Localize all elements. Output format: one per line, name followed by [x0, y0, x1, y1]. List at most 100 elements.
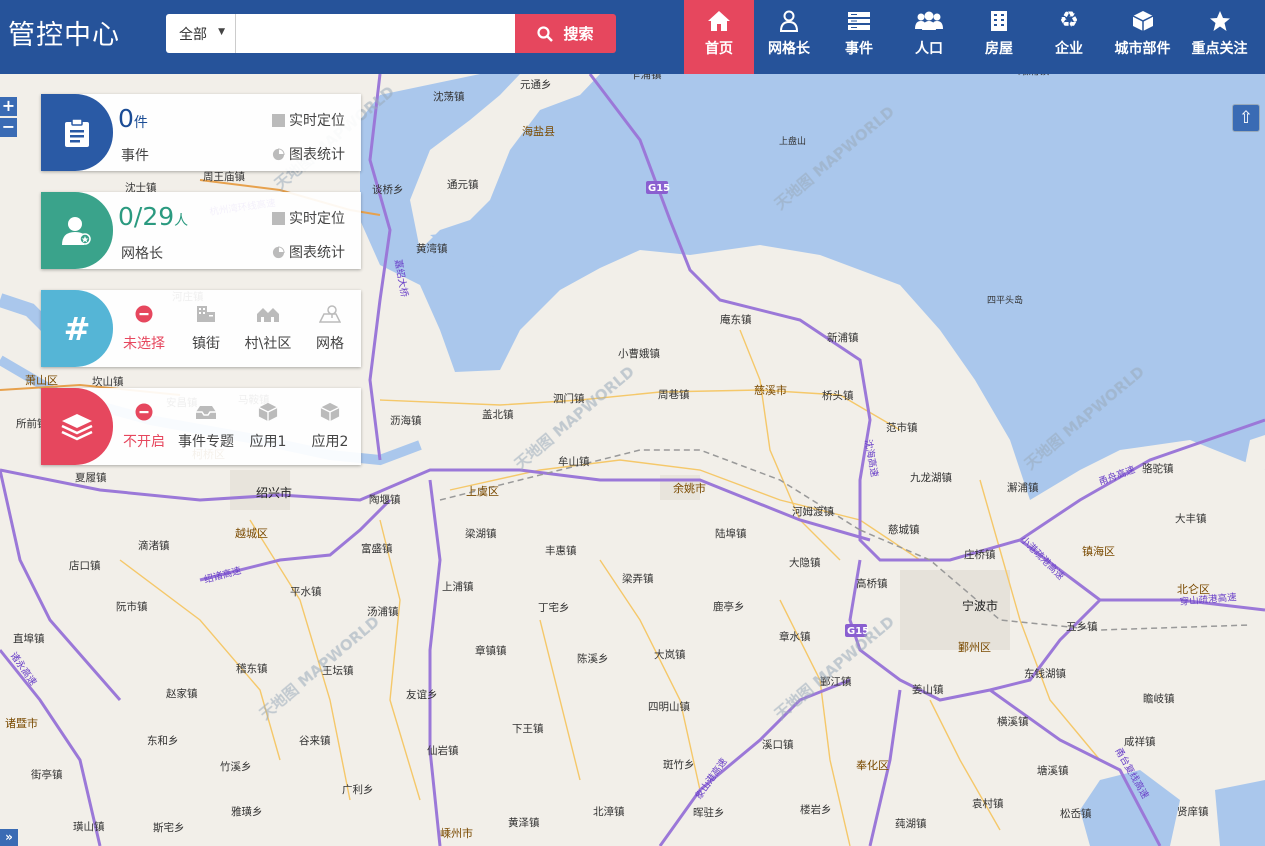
svg-text:黄泽镇: 黄泽镇	[508, 816, 540, 829]
svg-text:五乡镇: 五乡镇	[1066, 620, 1098, 633]
layer-option-label: 不开启	[123, 434, 165, 450]
layers-options: 不开启 事件专题 应用1 应用2	[113, 388, 361, 465]
locate-label: 实时定位	[289, 211, 345, 227]
area-option-label: 村\社区	[244, 336, 292, 352]
svg-text:宁波市: 宁波市	[962, 598, 998, 613]
layer-option-label: 应用2	[311, 434, 349, 450]
people-icon	[915, 8, 943, 34]
nav-item-label: 企业	[1055, 41, 1083, 57]
svg-text:鹿亭乡: 鹿亭乡	[713, 600, 745, 613]
svg-text:四平头岛: 四平头岛	[987, 294, 1023, 306]
nav-item-events[interactable]: 事件	[824, 0, 894, 74]
clipboard-icon	[65, 117, 89, 147]
layer-option-off[interactable]: 不开启	[113, 388, 175, 465]
nav-item-population[interactable]: 人口	[894, 0, 964, 74]
area-option-grid[interactable]: 网格	[299, 290, 361, 367]
svg-text:陶堰镇: 陶堰镇	[369, 493, 401, 506]
svg-text:雅璜乡: 雅璜乡	[231, 805, 263, 818]
grid-leader-card: 0/29人 网格长 实时定位 图表统计	[41, 192, 361, 269]
svg-text:仙岩镇: 仙岩镇	[427, 744, 459, 757]
svg-text:河姆渡镇: 河姆渡镇	[792, 505, 834, 518]
area-option-label: 镇街	[192, 336, 220, 352]
area-option-village[interactable]: 村\社区	[237, 290, 299, 367]
svg-text:四明山镇: 四明山镇	[648, 700, 690, 713]
layer-option-app1[interactable]: 应用1	[237, 388, 299, 465]
inbox-icon	[195, 401, 217, 423]
area-option-town[interactable]: 镇街	[175, 290, 237, 367]
svg-text:大隐镇: 大隐镇	[789, 556, 821, 569]
zoom-out-button[interactable]: −	[0, 118, 17, 137]
svg-text:塘溪镇: 塘溪镇	[1037, 764, 1069, 777]
svg-text:越城区: 越城区	[235, 526, 268, 540]
svg-text:东和乡: 东和乡	[147, 734, 179, 747]
search-bar: 全部 ▼ 搜索	[166, 14, 616, 53]
svg-text:广利乡: 广利乡	[342, 784, 374, 796]
building-icon	[196, 303, 216, 325]
nav-item-grid-leader[interactable]: 网格长	[754, 0, 824, 74]
svg-text:斯宅乡: 斯宅乡	[153, 821, 185, 834]
svg-text:鄞州区: 鄞州区	[958, 641, 991, 654]
search-button[interactable]: 搜索	[515, 14, 616, 53]
zoom-in-button[interactable]: +	[0, 97, 17, 116]
svg-text:璜山镇: 璜山镇	[73, 820, 105, 833]
svg-text:高桥镇: 高桥镇	[856, 577, 888, 590]
events-stats-link[interactable]: 图表统计	[272, 144, 345, 164]
nav-item-home[interactable]: 首页	[684, 0, 754, 74]
grid-leader-badge[interactable]	[41, 192, 113, 269]
nav-item-housing[interactable]: 房屋	[964, 0, 1034, 74]
nav-item-city-parts[interactable]: 城市部件	[1104, 0, 1181, 74]
svg-text:松岙镇: 松岙镇	[1060, 807, 1092, 820]
svg-text:坎山镇: 坎山镇	[92, 375, 124, 388]
grid-leader-total: /29	[133, 202, 175, 231]
cube-icon	[258, 401, 278, 423]
svg-text:街亭镇: 街亭镇	[31, 768, 63, 781]
layer-option-label: 事件专题	[178, 434, 234, 450]
grid-leader-label: 网格长	[121, 246, 163, 262]
svg-text:镇海区: 镇海区	[1082, 544, 1115, 558]
search-button-label: 搜索	[563, 25, 594, 43]
layers-icon	[61, 413, 93, 440]
stats-label: 图表统计	[289, 245, 345, 261]
svg-text:绍兴市: 绍兴市	[256, 485, 292, 500]
search-icon	[537, 25, 554, 42]
svg-text:楼岩乡: 楼岩乡	[800, 803, 832, 816]
area-option-none[interactable]: 未选择	[113, 290, 175, 367]
svg-text:北漳镇: 北漳镇	[593, 805, 625, 818]
expand-panel-button[interactable]: »	[0, 829, 18, 846]
svg-text:新浦镇: 新浦镇	[827, 331, 859, 344]
svg-text:萧山区: 萧山区	[25, 374, 58, 387]
layer-option-event-topic[interactable]: 事件专题	[175, 388, 237, 465]
svg-text:小曹娥镇: 小曹娥镇	[618, 347, 660, 360]
svg-text:桥头镇: 桥头镇	[822, 389, 854, 402]
svg-text:周巷镇: 周巷镇	[658, 388, 690, 401]
nav-item-enterprise[interactable]: ♻ 企业	[1034, 0, 1104, 74]
nav-item-label: 重点关注	[1191, 41, 1248, 57]
events-badge[interactable]	[41, 94, 113, 171]
building-icon	[990, 8, 1008, 34]
grid-leader-stats-link[interactable]: 图表统计	[272, 242, 345, 262]
area-filter-card: # 未选择 镇街 村\社区 网格	[41, 290, 361, 367]
layers-badge[interactable]	[41, 388, 113, 465]
search-scope-select[interactable]: 全部 ▼	[166, 14, 236, 53]
cube-icon	[1132, 8, 1154, 34]
layer-option-app2[interactable]: 应用2	[299, 388, 361, 465]
grid-leader-locate-toggle[interactable]: 实时定位	[272, 208, 345, 228]
svg-text:沥海镇: 沥海镇	[390, 414, 422, 427]
events-locate-toggle[interactable]: 实时定位	[272, 110, 345, 130]
scroll-top-button[interactable]: ⇧	[1232, 104, 1260, 132]
svg-text:大丰镇: 大丰镇	[1175, 512, 1207, 525]
nav-item-key-focus[interactable]: 重点关注	[1181, 0, 1258, 74]
search-scope-value: 全部	[179, 27, 207, 43]
events-label: 事件	[121, 148, 149, 164]
svg-text:阮市镇: 阮市镇	[116, 600, 148, 613]
area-filter-badge[interactable]: #	[41, 290, 113, 367]
svg-text:余姚市: 余姚市	[673, 481, 706, 495]
svg-text:嵊州市: 嵊州市	[440, 826, 473, 840]
svg-text:上虞区: 上虞区	[466, 484, 499, 498]
search-input[interactable]	[236, 14, 515, 53]
svg-text:盖北镇: 盖北镇	[482, 408, 514, 421]
svg-text:横溪镇: 横溪镇	[997, 715, 1029, 728]
svg-text:咸祥镇: 咸祥镇	[1124, 735, 1156, 748]
svg-text:慈溪市: 慈溪市	[754, 383, 787, 397]
area-filter-options: 未选择 镇街 村\社区 网格	[113, 290, 361, 367]
